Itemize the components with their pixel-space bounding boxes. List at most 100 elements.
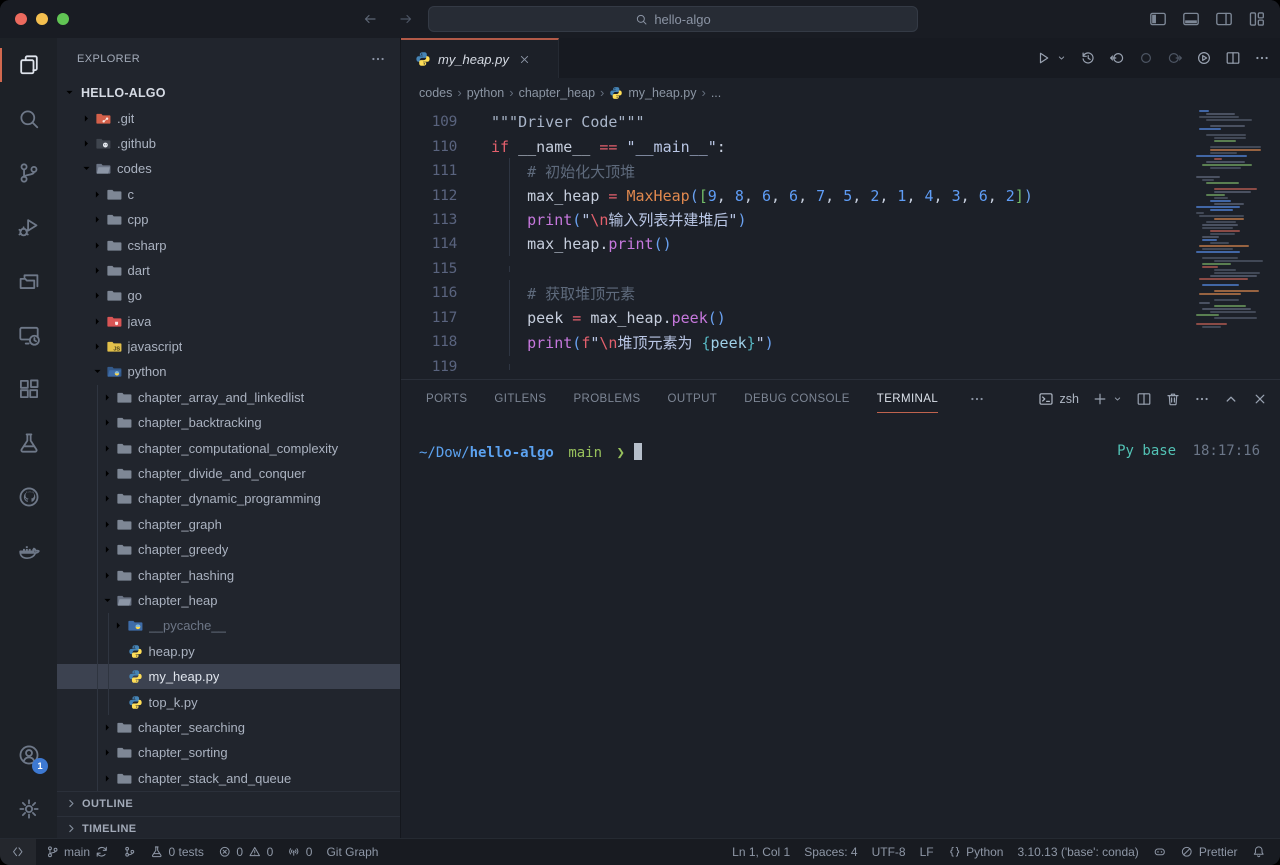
- panel-split-icon[interactable]: [1136, 391, 1152, 407]
- panel-trash-icon[interactable]: [1165, 391, 1181, 407]
- status-python-interpreter[interactable]: 3.10.13 ('base': conda): [1010, 839, 1145, 865]
- panel-tab-terminal[interactable]: TERMINAL: [877, 380, 938, 418]
- tree-item-chapter_computational_complexity[interactable]: chapter_computational_complexity: [57, 435, 400, 460]
- editor-action-run-icon[interactable]: [1035, 50, 1051, 66]
- twisty-right-icon[interactable]: [112, 618, 128, 634]
- breadcrumb-...[interactable]: ...: [711, 86, 721, 100]
- nav-back-icon[interactable]: [362, 11, 378, 27]
- activity-remote-explorer[interactable]: [0, 308, 57, 362]
- twisty-right-icon[interactable]: [91, 313, 107, 329]
- twisty-right-icon[interactable]: [101, 491, 117, 507]
- activity-folder-library[interactable]: [0, 254, 57, 308]
- tree-item-dart[interactable]: dart: [57, 258, 400, 283]
- editor-action-more-icon[interactable]: [1254, 50, 1270, 66]
- tree-item-chapter_stack_and_queue[interactable]: chapter_stack_and_queue: [57, 766, 400, 791]
- close-window-button[interactable]: [15, 13, 27, 25]
- minimap[interactable]: [1196, 107, 1272, 347]
- status-remote-indicator[interactable]: [0, 839, 36, 865]
- twisty-right-icon[interactable]: [91, 262, 107, 278]
- tree-item-javascript[interactable]: JSjavascript: [57, 334, 400, 359]
- tree-item-chapter_array_and_linkedlist[interactable]: chapter_array_and_linkedlist: [57, 385, 400, 410]
- panel-more-tabs-icon[interactable]: [969, 391, 985, 407]
- status-language-mode[interactable]: Python: [941, 839, 1011, 865]
- twisty-right-icon[interactable]: [91, 339, 107, 355]
- tab-my_heap[interactable]: my_heap.py: [401, 38, 559, 78]
- status-git-graph-label[interactable]: Git Graph: [319, 839, 385, 865]
- panel-tab-problems[interactable]: PROBLEMS: [573, 380, 640, 418]
- tree-item-.git[interactable]: .git: [57, 105, 400, 130]
- twisty-right-icon[interactable]: [91, 186, 107, 202]
- tree-item-java[interactable]: java: [57, 309, 400, 334]
- twisty-right-icon[interactable]: [80, 110, 96, 126]
- panel-tab-debug-console[interactable]: DEBUG CONSOLE: [744, 380, 850, 418]
- tab-close-icon[interactable]: [518, 53, 531, 66]
- tree-item-chapter_sorting[interactable]: chapter_sorting: [57, 740, 400, 765]
- twisty-right-icon[interactable]: [101, 542, 117, 558]
- twisty-down-icon[interactable]: [63, 85, 79, 101]
- editor-action-chevron-down-sm-icon[interactable]: [1056, 50, 1067, 66]
- tree-item-heap.py[interactable]: heap.py: [57, 639, 400, 664]
- activity-search[interactable]: [0, 92, 57, 146]
- status-tests[interactable]: 0 tests: [143, 839, 211, 865]
- status-copilot[interactable]: [1146, 839, 1174, 865]
- panel-close-icon[interactable]: [1252, 391, 1268, 407]
- twisty-right-icon[interactable]: [101, 745, 117, 761]
- status-ports[interactable]: 0: [280, 839, 319, 865]
- breadcrumb-python[interactable]: python: [467, 86, 505, 100]
- layout-customize-icon[interactable]: [1248, 10, 1266, 28]
- status-indentation[interactable]: Spaces: 4: [797, 839, 864, 865]
- activity-settings[interactable]: [0, 782, 57, 836]
- tree-item-chapter_dynamic_programming[interactable]: chapter_dynamic_programming: [57, 486, 400, 511]
- activity-testing[interactable]: [0, 416, 57, 470]
- activity-explorer[interactable]: [0, 38, 57, 92]
- breadcrumb-codes[interactable]: codes: [419, 86, 452, 100]
- twisty-right-icon[interactable]: [101, 567, 117, 583]
- editor-action-split-icon[interactable]: [1225, 50, 1241, 66]
- status-git-graph-view[interactable]: [116, 839, 144, 865]
- terminal-instance[interactable]: zsh: [1038, 391, 1079, 407]
- maximize-window-button[interactable]: [57, 13, 69, 25]
- explorer-more-actions-icon[interactable]: [370, 51, 386, 67]
- tree-item-go[interactable]: go: [57, 283, 400, 308]
- tree-item-codes[interactable]: codes: [57, 156, 400, 181]
- activity-source-control[interactable]: [0, 146, 57, 200]
- tree-item-chapter_hashing[interactable]: chapter_hashing: [57, 562, 400, 587]
- tree-item-my_heap.py[interactable]: my_heap.py: [57, 664, 400, 689]
- editor-action-circle-right-icon[interactable]: [1167, 50, 1183, 66]
- breadcrumb-my_heap.py[interactable]: my_heap.py: [609, 86, 696, 100]
- panel-tab-output[interactable]: OUTPUT: [668, 380, 718, 418]
- panel-tab-gitlens[interactable]: GITLENS: [494, 380, 546, 418]
- tree-item-top_k.py[interactable]: top_k.py: [57, 689, 400, 714]
- status-encoding[interactable]: UTF-8: [865, 839, 913, 865]
- tree-item-chapter_graph[interactable]: chapter_graph: [57, 512, 400, 537]
- status-problems[interactable]: 00: [211, 839, 280, 865]
- twisty-down-icon[interactable]: [91, 364, 107, 380]
- tree-item-chapter_divide_and_conquer[interactable]: chapter_divide_and_conquer: [57, 461, 400, 486]
- twisty-right-icon[interactable]: [101, 440, 117, 456]
- twisty-right-icon[interactable]: [101, 516, 117, 532]
- twisty-right-icon[interactable]: [91, 288, 107, 304]
- tree-item-csharp[interactable]: csharp: [57, 232, 400, 257]
- twisty-right-icon[interactable]: [80, 135, 96, 151]
- nav-forward-icon[interactable]: [398, 11, 414, 27]
- activity-run-and-debug[interactable]: [0, 200, 57, 254]
- sidebar-section-outline[interactable]: OUTLINE: [57, 791, 400, 816]
- panel-chevron-down-sm-icon[interactable]: [1112, 391, 1123, 407]
- panel-plus-icon[interactable]: [1092, 391, 1108, 407]
- editor-action-circle-icon[interactable]: [1138, 50, 1154, 66]
- layout-sidebar-left-icon[interactable]: [1149, 10, 1167, 28]
- status-eol[interactable]: LF: [913, 839, 941, 865]
- panel-chevron-up-icon[interactable]: [1223, 391, 1239, 407]
- twisty-down-icon[interactable]: [80, 161, 96, 177]
- tree-item-.github[interactable]: .github: [57, 131, 400, 156]
- tree-item-chapter_greedy[interactable]: chapter_greedy: [57, 537, 400, 562]
- twisty-right-icon[interactable]: [101, 389, 117, 405]
- activity-github[interactable]: [0, 470, 57, 524]
- breadcrumb-chapter_heap[interactable]: chapter_heap: [519, 86, 595, 100]
- editor-action-history-icon[interactable]: [1080, 50, 1096, 66]
- twisty-right-icon[interactable]: [101, 466, 117, 482]
- tree-item-c[interactable]: c: [57, 182, 400, 207]
- minimize-window-button[interactable]: [36, 13, 48, 25]
- tree-item-chapter_searching[interactable]: chapter_searching: [57, 715, 400, 740]
- panel-tab-ports[interactable]: PORTS: [426, 380, 467, 418]
